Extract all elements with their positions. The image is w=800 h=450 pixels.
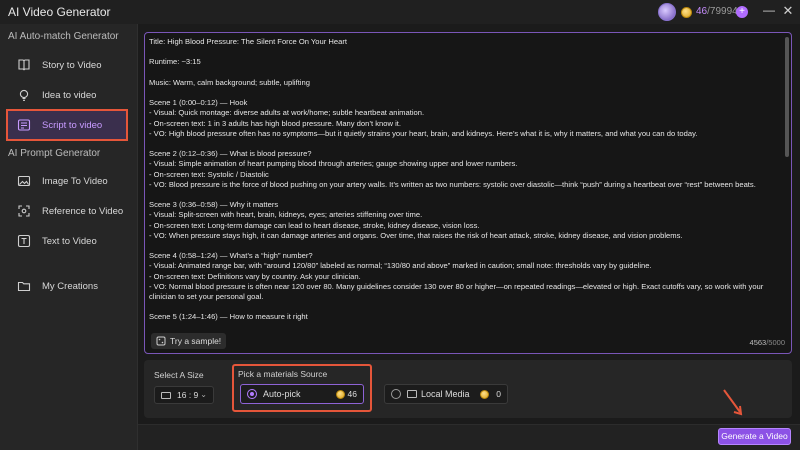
sidebar-item-label: Idea to video [42, 89, 97, 101]
credits-total: 79994 [709, 6, 738, 17]
source-option-cost: 0 [496, 389, 501, 399]
folder-icon [16, 278, 32, 294]
sidebar-item-idea-to-video[interactable]: Idea to video [8, 81, 126, 109]
character-count: 4563/5000 [750, 338, 785, 347]
source-option-local-media[interactable]: Local Media 0 [384, 384, 508, 404]
section-title-prompt: AI Prompt Generator [8, 148, 101, 159]
size-label: Select A Size [154, 370, 204, 380]
source-option-cost: 46 [347, 389, 357, 399]
coin-icon [480, 390, 489, 399]
try-sample-label: Try a sample! [170, 336, 222, 346]
source-option-auto-pick[interactable]: Auto-pick 46 [240, 384, 364, 404]
size-dropdown[interactable]: 16 : 9 ⌄ [154, 386, 214, 404]
book-icon [16, 57, 32, 73]
coin-icon [336, 390, 345, 399]
sidebar-item-image-to-video[interactable]: Image To Video [8, 167, 126, 195]
image-icon [16, 173, 32, 189]
scrollbar[interactable] [785, 37, 789, 157]
dice-icon [156, 336, 166, 346]
main-panel: Title: High Blood Pressure: The Silent F… [138, 24, 800, 450]
sidebar-item-label: Text to Video [42, 235, 97, 247]
settings-panel: Select A Size 16 : 9 ⌄ Pick a materials … [144, 360, 792, 418]
size-value: 16 : 9 [177, 390, 199, 400]
source-label: Pick a materials Source [238, 369, 328, 379]
sidebar-item-script-to-video[interactable]: Script to video [6, 109, 128, 141]
script-editor[interactable]: Title: High Blood Pressure: The Silent F… [144, 32, 792, 354]
chevron-down-icon: ⌄ [200, 390, 207, 399]
sidebar-item-story-to-video[interactable]: Story to Video [8, 51, 126, 79]
annotation-arrow-icon [723, 389, 743, 416]
bulb-icon [16, 87, 32, 103]
source-option-label: Auto-pick [263, 389, 301, 399]
try-sample-button[interactable]: Try a sample! [151, 333, 227, 349]
close-icon[interactable]: ✕ [782, 4, 794, 18]
sidebar-item-label: Story to Video [42, 59, 102, 71]
credits-display: 46/79994 [696, 6, 738, 17]
source-option-label: Local Media [421, 389, 470, 399]
title-bar: AI Video Generator 46/79994 + — ✕ [0, 0, 800, 24]
radio-unselected-icon[interactable] [391, 389, 401, 399]
sidebar-item-my-creations[interactable]: My Creations [8, 272, 126, 300]
footer-bar [138, 424, 800, 450]
sidebar-item-reference-to-video[interactable]: Reference to Video [8, 197, 126, 225]
char-count-value: 4563 [749, 338, 767, 347]
credits-used: 46 [696, 6, 708, 17]
reference-icon [16, 203, 32, 219]
section-title-auto-match: AI Auto-match Generator [8, 31, 119, 42]
char-count-max: /5000 [766, 338, 785, 347]
minimize-icon[interactable]: — [763, 4, 775, 18]
sidebar-item-label: Reference to Video [42, 205, 124, 217]
app-title: AI Video Generator [8, 5, 111, 19]
sidebar: AI Auto-match Generator Story to Video I… [0, 24, 138, 450]
avatar[interactable] [658, 3, 676, 21]
sidebar-item-label: Script to video [42, 119, 103, 131]
sidebar-item-label: My Creations [42, 280, 98, 292]
coin-icon [681, 7, 692, 18]
text-icon [16, 233, 32, 249]
sidebar-item-text-to-video[interactable]: Text to Video [8, 227, 126, 255]
radio-selected-icon[interactable] [247, 389, 257, 399]
script-textarea[interactable]: Title: High Blood Pressure: The Silent F… [149, 37, 785, 327]
sidebar-item-label: Image To Video [42, 175, 108, 187]
add-credits-button[interactable]: + [736, 6, 748, 18]
aspect-ratio-icon [161, 391, 171, 399]
generate-video-button[interactable]: Generate a Video [718, 428, 791, 445]
script-icon [16, 117, 32, 133]
monitor-icon [407, 390, 417, 398]
